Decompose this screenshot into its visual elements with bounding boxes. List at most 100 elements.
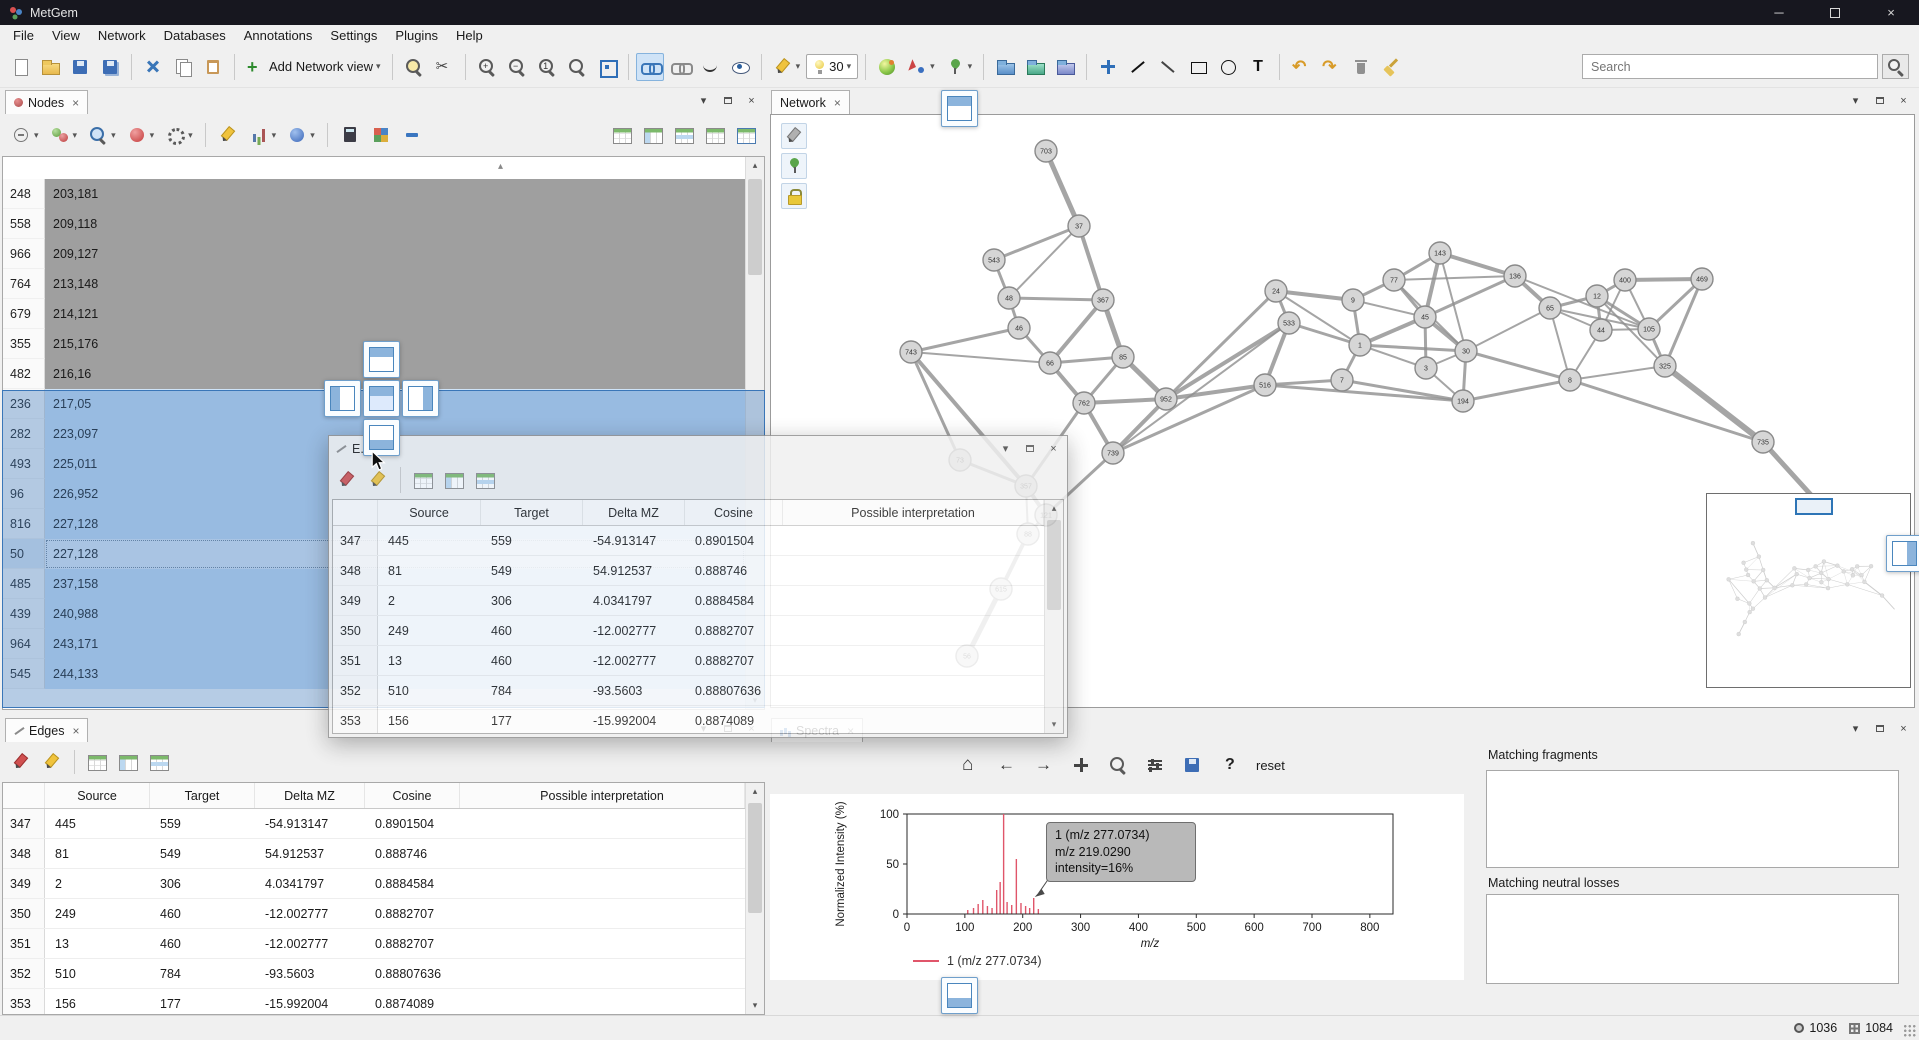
fullscreen[interactable] [593,53,621,81]
undo[interactable] [1287,53,1315,81]
nodes-row[interactable]: 764213,148 [3,269,745,299]
show-selected-columns[interactable] [639,121,667,149]
nodes-close-button[interactable]: × [743,92,760,109]
node-settings[interactable]: ▾ [161,121,197,149]
highlight-yellow[interactable] [38,748,66,776]
pan[interactable] [1066,750,1096,780]
highlight-red[interactable] [7,748,35,776]
resize-grip[interactable] [1903,1024,1916,1037]
scroll-handle[interactable] [748,179,762,275]
scroll-up-icon[interactable]: ▴ [746,157,764,174]
network-lock-button[interactable] [781,183,807,209]
edges-row[interactable]: 34923064.03417970.8884584 [3,869,745,899]
maximize-button[interactable] [1807,0,1863,25]
menu-network[interactable]: Network [89,26,155,45]
edges-column-header[interactable]: Cosine [685,500,783,525]
search-button[interactable] [1882,54,1909,79]
floating-menu-button[interactable]: ▾ [997,440,1014,457]
export-table[interactable] [471,466,499,494]
floating-close-button[interactable]: × [1045,440,1062,457]
export-table[interactable] [145,748,173,776]
copy[interactable] [169,53,197,81]
color-mapping[interactable] [873,53,901,81]
network-pin-button[interactable] [781,153,807,179]
plot-options[interactable] [1140,750,1170,780]
hide-selected[interactable] [398,121,426,149]
matching-fragments-box[interactable] [1486,770,1899,868]
size-mapping[interactable]: ▾ [941,53,977,81]
scroll-up-icon[interactable]: ▴ [1045,500,1063,517]
floating-scrollbar[interactable]: ▴ ▾ [1044,500,1063,733]
highlight-red[interactable] [333,466,361,494]
find[interactable] [400,53,428,81]
dock-indicator-right[interactable] [402,380,439,417]
link-selection[interactable] [666,53,694,81]
menu-databases[interactable]: Databases [155,26,235,45]
network-minimap[interactable]: 7033754348367743466685762952733577391218… [1706,493,1911,688]
import-group-mapping[interactable] [1021,53,1049,81]
network-close-button[interactable]: × [1895,92,1912,109]
hide-isolated-nodes[interactable] [696,53,724,81]
edges-row[interactable]: 3488154954.9125370.888746 [3,839,745,869]
edges-column-header[interactable]: Source [378,500,481,525]
edges-column-header[interactable]: Source [45,783,150,808]
import-metadata[interactable] [991,53,1019,81]
group-collapse[interactable]: ▾ [7,121,43,149]
dock-indicator-window-right[interactable] [1886,535,1919,572]
redo[interactable] [1317,53,1345,81]
forward[interactable] [1029,750,1059,780]
scroll-down-icon[interactable]: ▾ [746,997,764,1014]
dock-indicator-window-top[interactable] [941,90,978,127]
export-table[interactable] [732,121,760,149]
minimap-viewport[interactable] [1795,498,1833,515]
node-info[interactable]: ▾ [283,121,319,149]
show-selected-columns[interactable] [440,466,468,494]
save-project[interactable] [66,53,94,81]
show-selected-columns[interactable] [114,748,142,776]
tab-edges-close-icon[interactable]: × [72,724,79,738]
edges-column-header[interactable]: Target [150,783,255,808]
edges-column-header[interactable]: Delta MZ [255,783,365,808]
home[interactable] [955,750,985,780]
search-input[interactable] [1582,54,1878,79]
edges-row[interactable]: 35113460-12.0027770.8882707 [333,646,1044,676]
spectra-menu-button[interactable]: ▾ [1847,720,1864,737]
help[interactable] [1214,750,1244,780]
zoom-to-rect[interactable] [1103,750,1133,780]
chart-mapping[interactable]: ▾ [245,121,281,149]
rect-tool[interactable] [1184,53,1212,81]
show-all-columns[interactable] [409,466,437,494]
edges-scrollbar[interactable]: ▴ ▾ [745,783,764,1014]
edges-row[interactable]: 3488154954.9125370.888746 [333,556,1044,586]
tab-nodes[interactable]: Nodes × [5,90,88,114]
nodes-row[interactable]: 558209,118 [3,209,745,239]
spectra-float-button[interactable] [1871,720,1888,737]
link-views[interactable] [636,53,664,81]
scroll-handle[interactable] [748,803,762,913]
edges-row[interactable]: 352510784-93.56030.88807636 [3,959,745,989]
network-edit-button[interactable] [781,123,807,149]
zoom-out[interactable] [503,53,531,81]
move-tool[interactable] [1094,53,1122,81]
minimize-button[interactable]: ─ [1751,0,1807,25]
ellipse-tool[interactable] [1214,53,1242,81]
edges-column-header[interactable]: Possible interpretation [460,783,745,808]
menu-help[interactable]: Help [447,26,492,45]
dock-indicator-window-bottom[interactable] [941,977,978,1014]
open-project[interactable] [36,53,64,81]
highlight-yellow[interactable] [214,121,242,149]
dock-indicator-left[interactable] [324,380,361,417]
node-scale[interactable]: 30▾ [806,54,858,79]
clear-annotations[interactable] [1377,53,1405,81]
edges-row[interactable]: 350249460-12.0027770.8882707 [3,899,745,929]
zoom-view[interactable]: ▾ [84,121,120,149]
menu-plugins[interactable]: Plugins [386,26,447,45]
spectra-close-button[interactable]: × [1895,720,1912,737]
floating-dock-button[interactable] [1021,440,1038,457]
edges-column-header[interactable]: Target [481,500,583,525]
network-menu-button[interactable]: ▾ [1847,92,1864,109]
back[interactable] [992,750,1022,780]
freeze-columns[interactable] [701,121,729,149]
scroll-down-icon[interactable]: ▾ [1045,716,1063,733]
close-button[interactable]: × [1863,0,1919,25]
